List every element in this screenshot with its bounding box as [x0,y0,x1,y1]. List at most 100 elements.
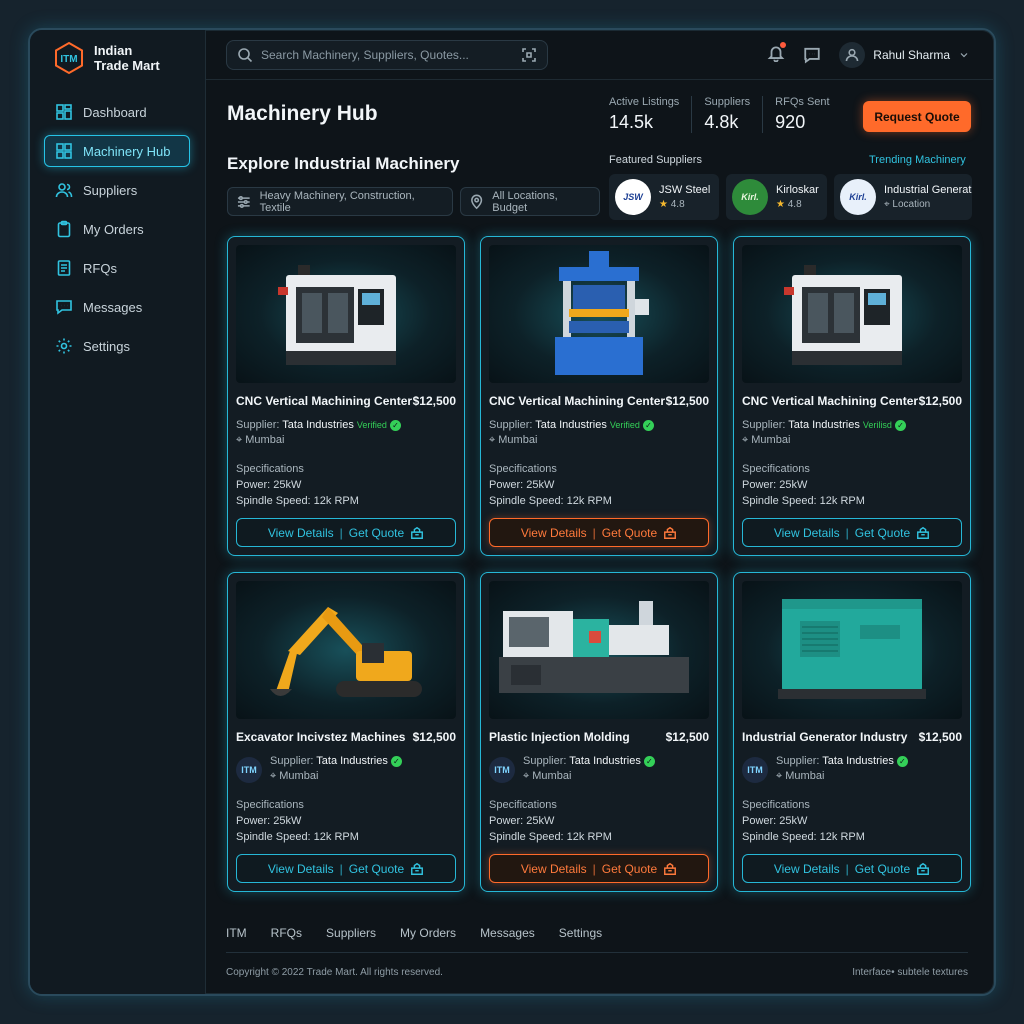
divider: | [845,525,849,540]
view-details-button[interactable]: View Details [521,862,587,876]
footer-link[interactable]: My Orders [400,926,456,940]
divider: | [592,861,596,876]
sidebar-item-suppliers[interactable]: Suppliers [44,174,190,206]
product-price: $12,500 [918,730,962,744]
star-icon: ★ [776,199,785,210]
supplier-name[interactable]: Tata Industries [535,419,607,431]
get-quote-button[interactable]: Get Quote [855,862,910,876]
sidebar-item-label: Machinery Hub [83,143,171,159]
supplier-name[interactable]: Tata Industries [822,755,894,767]
search-icon [238,48,253,63]
sidebar-item-messages[interactable]: Messages [44,291,190,323]
sidebar-item-rfqs[interactable]: RFQs [44,252,190,284]
specifications: Specifications Power: 25kW Spindle Speed… [236,461,359,509]
messages-icon[interactable] [803,46,821,64]
supplier-location: Mumbai [751,434,791,446]
footer-link[interactable]: RFQs [271,926,302,940]
card-actions: View Details | Get Quote [236,518,456,547]
topbar-actions: Rahul Sharma [767,40,970,70]
product-price: $12,500 [412,394,456,408]
featured-supplier-kirloskar[interactable]: Kirl. Kirloskar ★ 4.8 [726,174,827,220]
request-quote-button[interactable]: Request Quote [863,101,971,132]
view-details-button[interactable]: View Details [774,862,840,876]
view-details-button[interactable]: View Details [774,526,840,540]
supplier-name[interactable]: Tata Industries [282,419,354,431]
product-title[interactable]: CNC Vertical Machining Center [489,394,679,408]
product-card[interactable]: Excavator Incivstez Machines $12,500 ITM… [227,572,465,892]
product-title[interactable]: Industrial Generator Industry [742,730,932,744]
product-image[interactable] [489,581,709,719]
supplier-name[interactable]: Tata Industries [316,755,388,767]
search-bar[interactable] [226,40,548,70]
footer-note: Interface• subtele textures [852,967,968,978]
card-actions: View Details | Get Quote [742,854,962,883]
app-window: ITM Indian Trade Mart Dashboard Machiner… [28,28,996,996]
location-pin-icon: ⌖ [776,770,783,782]
product-card[interactable]: CNC Vertical Machining Center $12,500 Su… [227,236,465,556]
trending-machinery-link[interactable]: Trending Machinery [869,154,966,166]
product-card[interactable]: Plastic Injection Molding $12,500 ITM Su… [480,572,718,892]
filter-label: All Locations, Budget [492,189,558,214]
product-title[interactable]: CNC Vertical Machining Center [742,394,932,408]
spec-spindle: Spindle Speed: 12k RPM [236,495,359,507]
quote-box-icon [664,862,677,875]
sidebar-item-label: Dashboard [83,104,147,120]
sidebar-item-machinery-hub[interactable]: Machinery Hub [44,135,190,167]
svg-text:ITM: ITM [60,54,77,65]
footer-link[interactable]: Settings [559,926,602,940]
view-details-button[interactable]: View Details [521,526,587,540]
product-card[interactable]: Industrial Generator Industry $12,500 IT… [733,572,971,892]
supplier-location: Mumbai [532,770,572,782]
get-quote-button[interactable]: Get Quote [855,526,910,540]
verified-label: Verilisd [862,420,892,430]
category-filter[interactable]: Heavy Machinery, Construction, Textile [227,187,453,216]
supplier-label: Supplier: [236,419,280,431]
user-icon [845,48,859,62]
brand[interactable]: ITM Indian Trade Mart [52,38,160,78]
product-card[interactable]: CNC Vertical Machining Center $12,500 Su… [733,236,971,556]
get-quote-button[interactable]: Get Quote [349,526,404,540]
supplier-location: Mumbai [498,434,538,446]
get-quote-button[interactable]: Get Quote [349,862,404,876]
supplier-name[interactable]: Tata Industries [569,755,641,767]
notifications-button[interactable] [767,41,787,67]
user-menu[interactable]: Rahul Sharma [839,42,970,68]
sidebar-item-label: RFQs [83,260,117,276]
get-quote-button[interactable]: Get Quote [602,862,657,876]
product-title[interactable]: Plastic Injection Molding [489,730,679,744]
sidebar-nav: Dashboard Machinery Hub Suppliers My Ord… [44,96,190,369]
view-details-button[interactable]: View Details [268,526,334,540]
product-title[interactable]: CNC Vertical Machining Center [236,394,426,408]
supplier-logo: ITM [236,757,262,783]
location-pin-icon: ⌖ [489,434,496,446]
view-details-button[interactable]: View Details [268,862,334,876]
product-title[interactable]: Excavator Incivstez Machines [236,730,426,744]
footer-link[interactable]: Suppliers [326,926,376,940]
get-quote-button[interactable]: Get Quote [602,526,657,540]
topbar: Rahul Sharma [206,30,994,80]
users-icon [55,183,73,198]
product-image[interactable] [236,245,456,383]
spec-power: Power: 25kW [742,815,808,827]
search-input[interactable] [261,48,513,62]
featured-supplier-jsw[interactable]: JSW JSW Steel ★ 4.8 [609,174,719,220]
location-filter[interactable]: All Locations, Budget [460,187,600,216]
product-image[interactable] [742,245,962,383]
sidebar-item-my-orders[interactable]: My Orders [44,213,190,245]
product-image[interactable] [742,581,962,719]
footer-link[interactable]: Messages [480,926,535,940]
footer-link[interactable]: ITM [226,926,247,940]
spec-power: Power: 25kW [489,479,555,491]
product-image[interactable] [489,245,709,383]
product-card[interactable]: CNC Vertical Machining Center $12,500 Su… [480,236,718,556]
sidebar-item-dashboard[interactable]: Dashboard [44,96,190,128]
kirloskar-logo: Kirl. [732,179,768,215]
scan-icon[interactable] [521,47,537,63]
sidebar-item-settings[interactable]: Settings [44,330,190,362]
page-title: Machinery Hub [227,102,378,125]
notification-dot [780,41,787,48]
product-image[interactable] [236,581,456,719]
featured-supplier-industrial[interactable]: Kirl. Industrial Generat ⌖ Location [834,174,972,220]
supplier-name[interactable]: Tata Industries [788,419,860,431]
supplier-info: Supplier: Tata Industries Verilisd ✓ ⌖ M… [742,419,906,447]
